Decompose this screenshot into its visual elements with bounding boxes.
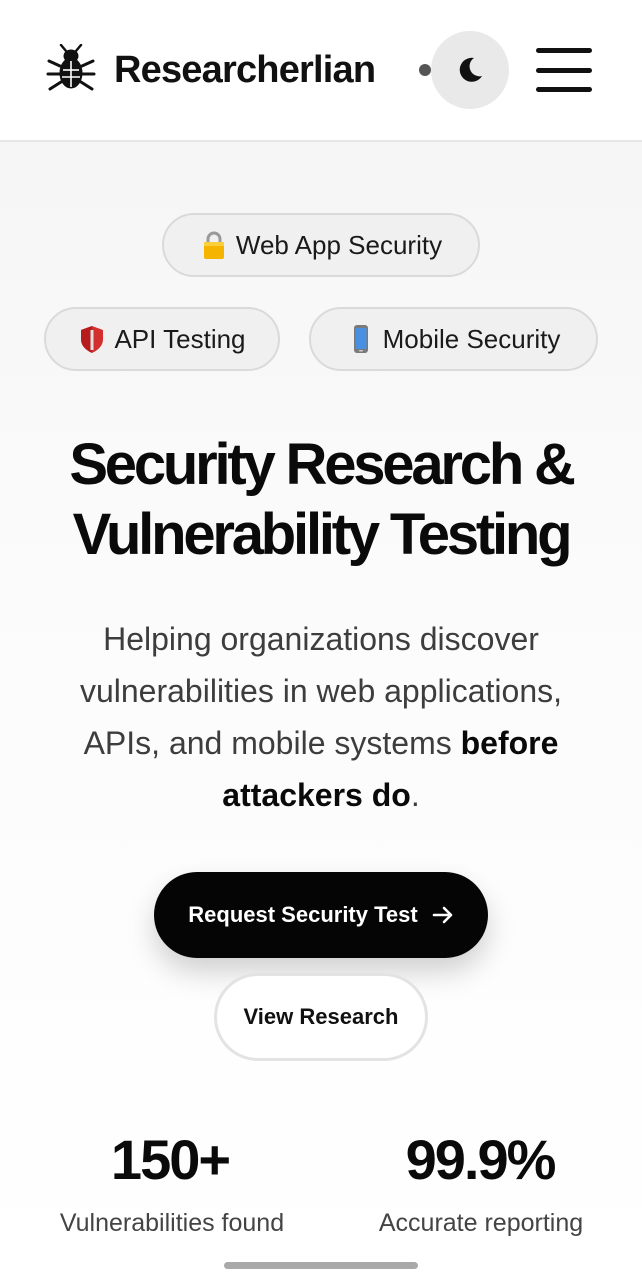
button-label: Request Security Test bbox=[188, 902, 418, 927]
chip-api-testing[interactable]: API Testing bbox=[44, 307, 280, 371]
hero-title-line: Security Research & bbox=[69, 432, 576, 497]
shield-icon bbox=[78, 324, 106, 354]
hamburger-menu-icon[interactable] bbox=[536, 48, 592, 92]
brand-name[interactable]: Researcherlian bbox=[114, 46, 376, 94]
brand-separator-dot bbox=[419, 64, 431, 76]
mobile-phone-icon bbox=[347, 324, 375, 354]
request-security-test-button[interactable]: Request Security Test bbox=[154, 872, 488, 958]
theme-toggle-button[interactable] bbox=[431, 31, 509, 109]
stat-label-accuracy: Accurate reporting bbox=[378, 1209, 584, 1237]
hero-title: Security Research & Vulnerability Testin… bbox=[0, 430, 642, 570]
stat-value-accuracy: 99.9% bbox=[405, 1128, 557, 1191]
chip-label: API Testing bbox=[114, 323, 246, 354]
stat-value-vulnerabilities: 150+ bbox=[110, 1128, 231, 1191]
lock-icon bbox=[200, 230, 228, 260]
button-label: View Research bbox=[243, 1004, 399, 1029]
view-research-button[interactable]: View Research bbox=[214, 973, 428, 1061]
chip-label: Mobile Security bbox=[382, 323, 561, 354]
home-indicator[interactable] bbox=[224, 1262, 418, 1269]
chip-web-app-security[interactable]: Web App Security bbox=[162, 213, 480, 277]
menu-line bbox=[536, 67, 592, 73]
hero-title-line: Vulnerability Testing bbox=[72, 502, 573, 567]
bug-icon[interactable] bbox=[46, 44, 96, 92]
arrow-right-icon bbox=[432, 906, 453, 924]
chip-mobile-security[interactable]: Mobile Security bbox=[309, 307, 598, 371]
hero-description: Helping organizations discover vulnerabi… bbox=[40, 613, 602, 821]
menu-line bbox=[536, 48, 592, 53]
hero-description-end: . bbox=[410, 777, 420, 813]
menu-line bbox=[536, 87, 592, 92]
page: Researcherlian Web App Security API Test… bbox=[0, 0, 642, 1280]
moon-icon bbox=[459, 57, 482, 82]
chip-label: Web App Security bbox=[235, 229, 443, 260]
stat-label-vulnerabilities: Vulnerabilities found bbox=[59, 1209, 285, 1237]
site-header: Researcherlian bbox=[0, 0, 642, 142]
